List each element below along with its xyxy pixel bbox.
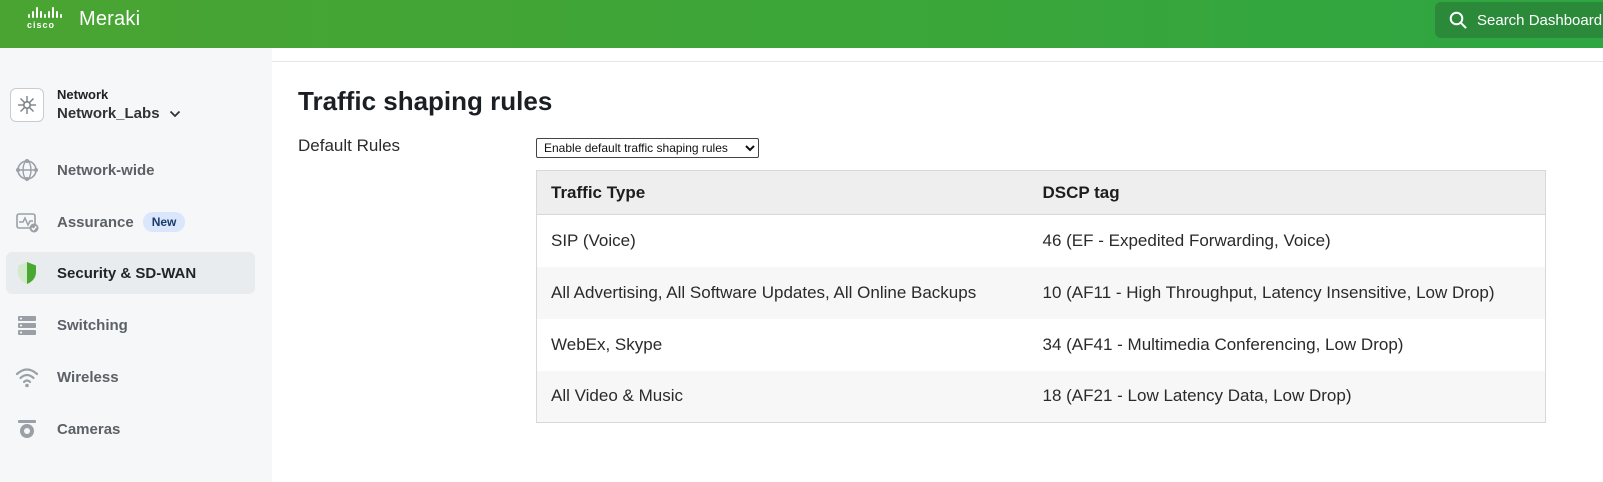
network-wide-icon: [14, 157, 40, 183]
header-divider: [272, 61, 1603, 62]
sidebar-item-switching[interactable]: Switching: [6, 304, 255, 346]
product-name: Meraki: [79, 7, 141, 30]
dscp-tag-cell: 10 (AF11 - High Throughput, Latency Inse…: [1028, 266, 1546, 319]
page-title: Traffic shaping rules: [298, 86, 553, 116]
cisco-logo-icon: cisco: [27, 7, 69, 31]
dscp-tag-cell: 46 (EF - Expedited Forwarding, Voice): [1042, 230, 1331, 250]
sidebar-item-label: Network-wide: [57, 161, 155, 179]
sidebar-item-security-sd-wan[interactable]: Security & SD-WAN: [6, 252, 255, 294]
search-icon: [1449, 11, 1467, 29]
column-header-dscp-tag[interactable]: DSCP tag: [1028, 170, 1546, 215]
traffic-type-cell: All Video & Music: [536, 370, 1029, 423]
traffic-shaping-table: Traffic Type DSCP tag SIP (Voice) 46 (EF…: [536, 170, 1546, 423]
sidebar-item-label: Switching: [57, 316, 128, 334]
network-caption: Network: [57, 87, 109, 102]
network-hub-icon: [10, 87, 44, 122]
cisco-wordmark: cisco: [27, 20, 56, 30]
sidebar-item-label: Wireless: [57, 368, 119, 386]
dscp-tag-cell: 34 (AF41 - Multimedia Conferencing, Low …: [1042, 334, 1404, 354]
traffic-type-cell: WebEx, Skype: [551, 334, 663, 354]
shield-icon: [14, 260, 40, 286]
top-bar: cisco Meraki Search Dashboard: [0, 0, 1603, 48]
traffic-type-cell: All Advertising, All Software Updates, A…: [536, 266, 1029, 319]
sidebar-item-label: Cameras: [57, 420, 121, 438]
network-selector[interactable]: Network Network_Labs: [10, 87, 181, 122]
search-dashboard-button[interactable]: Search Dashboard: [1435, 2, 1603, 38]
sidebar-item-network-wide[interactable]: Network-wide: [6, 149, 255, 191]
sidebar-item-assurance[interactable]: Assurance New: [6, 201, 255, 243]
column-header-traffic-type[interactable]: Traffic Type: [536, 170, 1029, 215]
sidebar: Network Network_Labs Network-wide Assura…: [0, 48, 272, 482]
table-row[interactable]: All Video & Music 18 (AF21 - Low Latency…: [536, 370, 1546, 423]
network-name: Network_Labs: [57, 105, 160, 122]
table-row[interactable]: SIP (Voice) 46 (EF - Expedited Forwardin…: [537, 215, 1546, 267]
traffic-type-cell: SIP (Voice): [551, 230, 636, 250]
sidebar-item-cameras[interactable]: Cameras: [6, 408, 255, 450]
search-label: Search Dashboard: [1477, 11, 1603, 29]
sidebar-item-label: Security & SD-WAN: [57, 264, 197, 282]
default-rules-select[interactable]: Enable default traffic shaping rules: [536, 138, 759, 158]
sidebar-item-label: Assurance: [57, 213, 134, 231]
wifi-icon: [14, 364, 40, 390]
table-header-row: Traffic Type DSCP tag: [536, 170, 1546, 215]
table-row[interactable]: All Advertising, All Software Updates, A…: [536, 266, 1546, 319]
new-badge: New: [142, 212, 186, 232]
sidebar-item-wireless[interactable]: Wireless: [6, 356, 255, 398]
switch-icon: [14, 312, 40, 338]
dscp-tag-cell: 18 (AF21 - Low Latency Data, Low Drop): [1028, 370, 1546, 423]
brand-logo[interactable]: cisco Meraki: [27, 7, 140, 31]
table-row[interactable]: WebEx, Skype 34 (AF41 - Multimedia Confe…: [537, 319, 1546, 371]
default-rules-label: Default Rules: [298, 136, 401, 155]
camera-icon: [14, 416, 40, 442]
assurance-icon: [14, 209, 40, 235]
chevron-down-icon[interactable]: [169, 110, 181, 118]
